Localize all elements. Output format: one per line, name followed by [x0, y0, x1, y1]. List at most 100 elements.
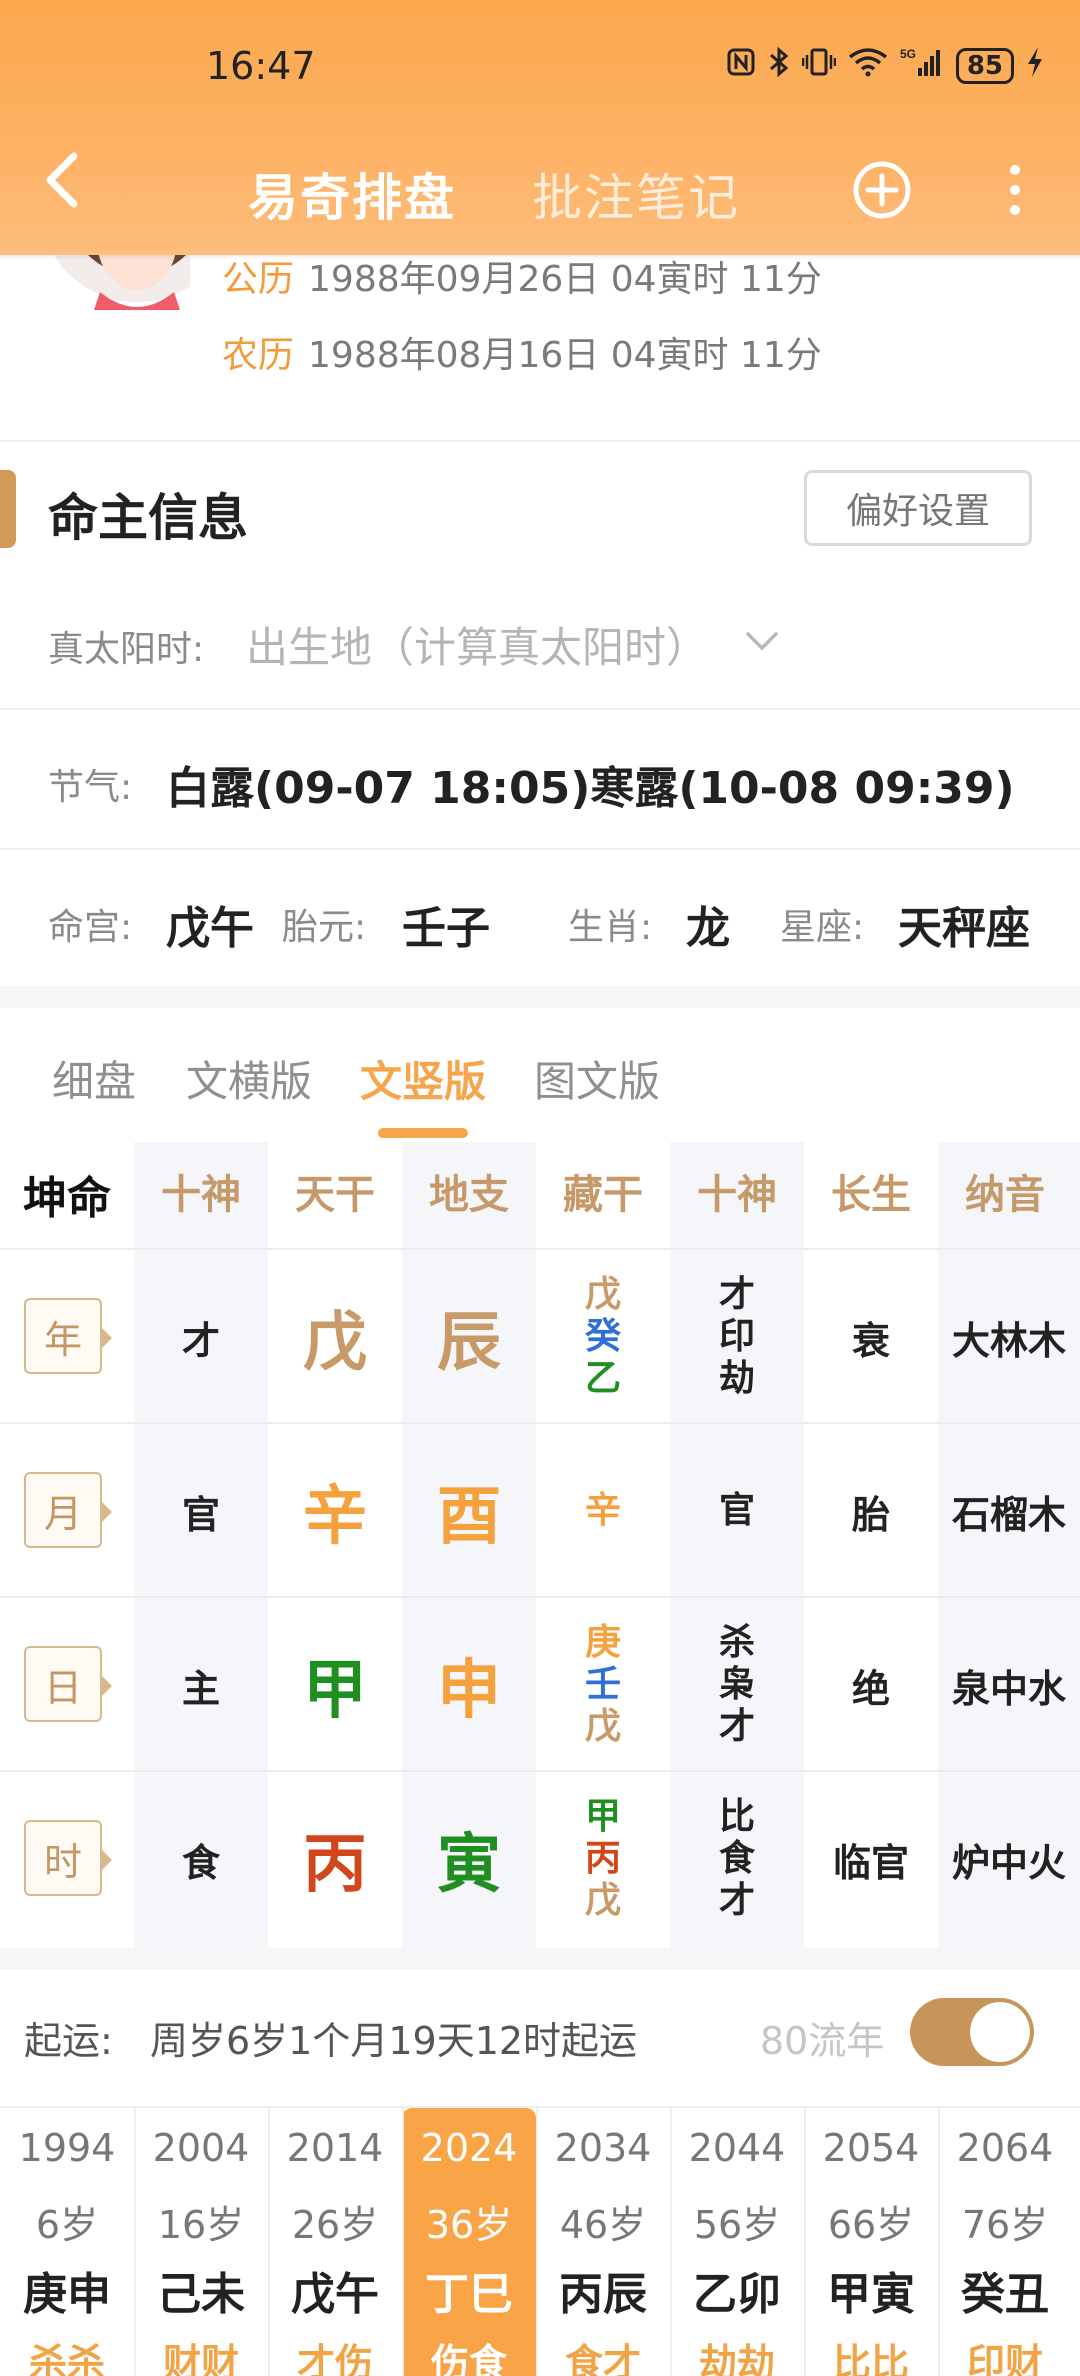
tab-tuwen[interactable]: 图文版: [534, 1048, 660, 1109]
solar-date-row: 公历 1988年09月26日 04寅时 11分: [222, 250, 822, 302]
nayin: 大林木: [951, 1318, 1066, 1363]
pillar-label[interactable]: 月: [24, 1472, 112, 1548]
dayun-ganzhi: 甲寅: [827, 2269, 915, 2320]
cang-shishen-char: 官: [718, 1490, 755, 1531]
tab-notes[interactable]: 批注笔记: [532, 158, 740, 230]
dayun-ganzhi: 庚申: [23, 2269, 111, 2320]
shengxiao-label: 生肖:: [568, 907, 653, 948]
dayun-age: 26岁: [291, 2203, 379, 2247]
solar-time-label: 真太阳时:: [48, 629, 205, 670]
dayun-ganzhi: 乙卯: [693, 2269, 781, 2320]
dayun-shishen: 杀杀: [28, 2341, 105, 2376]
minggong-value: 戊午: [166, 903, 254, 954]
column-header: 天干: [295, 1172, 375, 1218]
gan-shishen: 官: [181, 1492, 220, 1537]
liunian-toggle[interactable]: [910, 1998, 1034, 2066]
gender-header: 坤命: [23, 1173, 111, 1224]
canggan-char: 癸: [584, 1316, 621, 1357]
bluetooth-icon: [768, 46, 790, 86]
dayun-cycle[interactable]: 2014 26岁 戊午 才伤: [268, 2108, 402, 2376]
dayun-cycle[interactable]: 2004 16岁 己未 财财: [134, 2108, 268, 2376]
signal-icon: 5G: [900, 46, 944, 86]
qiyun-label: 起运:: [24, 2019, 113, 2063]
canggan-char: 戊: [584, 1706, 621, 1747]
dayun-year: 2034: [554, 2126, 652, 2170]
canggan-char: 辛: [584, 1490, 621, 1531]
chevron-down-icon[interactable]: [744, 630, 780, 658]
dayun-year: 2044: [688, 2126, 786, 2170]
dayun-cycle[interactable]: 1994 6岁 庚申 杀杀: [0, 2108, 134, 2376]
divider: [0, 708, 1080, 710]
birthplace-selector[interactable]: 出生地（计算真太阳时）: [246, 614, 708, 675]
tab-xipan[interactable]: 细盘: [52, 1048, 136, 1109]
nfc-icon: [726, 47, 756, 85]
dayun-shishen: 食才: [564, 2341, 641, 2376]
column-header: 地支: [429, 1172, 509, 1218]
tab-wenshu[interactable]: 文竖版: [360, 1048, 486, 1109]
status-time: 16:47: [206, 44, 316, 88]
tab-paipan[interactable]: 易奇排盘: [248, 158, 456, 230]
dayun-year: 2004: [152, 2126, 250, 2170]
dizhi: 申: [437, 1654, 501, 1728]
dayun-age: 66岁: [827, 2203, 915, 2247]
add-icon[interactable]: [852, 160, 912, 220]
preferences-button[interactable]: 偏好设置: [804, 470, 1032, 546]
dayun-shishen: 印财: [966, 2341, 1043, 2376]
dayun-ganzhi: 癸丑: [961, 2269, 1049, 2320]
dayun-shishen: 伤食: [430, 2341, 507, 2376]
app-header: 16:47 5G 85 易奇排盘 批注笔记: [0, 0, 1080, 255]
section-gap: [0, 986, 1080, 1008]
more-icon[interactable]: [1000, 162, 1030, 218]
dayun-cycle[interactable]: 2054 66岁 甲寅 比比: [804, 2108, 938, 2376]
gan-shishen: 才: [181, 1318, 220, 1363]
section-accent-bar: [0, 470, 16, 548]
section-gap: [0, 1948, 1080, 1970]
dayun-cycle[interactable]: 2064 76岁癸丑印财: [938, 2108, 1080, 2376]
dayun-ganzhi: 己未: [157, 2269, 245, 2320]
cang-shishen-char: 杀: [718, 1622, 755, 1663]
bazi-chart-table: 坤命 十神 天干 地支 藏干 十神 长生 纳音年才戊辰戊癸乙才印劫衰大林木月官辛酉辛官胎石榴木…: [0, 1142, 1080, 1948]
cang-shishen-char: 才: [718, 1274, 755, 1315]
pillar-label[interactable]: 年: [24, 1298, 112, 1374]
dayun-separator: [134, 2108, 136, 2376]
changsheng: 临官: [832, 1840, 909, 1885]
cang-shishen-char: 比: [718, 1796, 755, 1837]
column-header: 长生: [831, 1172, 911, 1218]
dayun-shishen: 比比: [832, 2341, 909, 2376]
dayun-cycle[interactable]: 2034 46岁丙辰食才: [536, 2108, 670, 2376]
dayun-year: 2014: [286, 2126, 384, 2170]
cang-shishen: 官: [670, 1424, 804, 1598]
cang-shishen: 比食才: [670, 1772, 804, 1946]
tab-wenheng[interactable]: 文横版: [186, 1048, 312, 1109]
pillar-label[interactable]: 日: [24, 1646, 112, 1722]
dayun-cycle[interactable]: 2044 56岁 乙卯 劫劫: [670, 2108, 804, 2376]
dayun-ganzhi: 丙辰: [559, 2269, 647, 2320]
cang-shishen-char: 印: [718, 1316, 755, 1357]
dizhi: 辰: [437, 1306, 501, 1380]
dayun-year: 2064: [956, 2126, 1054, 2170]
minggong-label: 命宫:: [48, 907, 133, 948]
dayun-age: 46岁: [559, 2203, 647, 2247]
tiangan: 丙: [303, 1828, 367, 1902]
dayun-age: 76岁: [961, 2203, 1049, 2247]
column-header: 藏干: [563, 1172, 643, 1218]
dayun-cycle[interactable]: 2024 36岁 丁巳 伤食: [402, 2108, 536, 2376]
changsheng: 胎: [851, 1492, 890, 1537]
status-icons: 5G 85: [726, 46, 1044, 86]
canggan-char: 壬: [584, 1664, 621, 1705]
canggan: 甲丙戊: [536, 1772, 670, 1946]
canggan-char: 戊: [584, 1274, 621, 1315]
tiangan: 辛: [303, 1480, 367, 1554]
dayun-shishen: 才伤: [296, 2341, 373, 2376]
canggan: 辛: [536, 1424, 670, 1598]
divider: [0, 848, 1080, 850]
canggan-char: 乙: [584, 1358, 621, 1399]
pillar-label[interactable]: 时: [24, 1820, 112, 1896]
gan-shishen: 食: [181, 1840, 220, 1885]
dayun-ganzhi: 丁巳: [425, 2269, 513, 2320]
xingzuo-label: 星座:: [780, 907, 865, 948]
canggan-char: 甲: [584, 1796, 621, 1837]
back-icon[interactable]: [42, 150, 82, 210]
jieqi-value: 白露(09-07 18:05)寒露(10-08 09:39): [166, 763, 1015, 814]
cang-shishen-char: 劫: [718, 1358, 755, 1399]
